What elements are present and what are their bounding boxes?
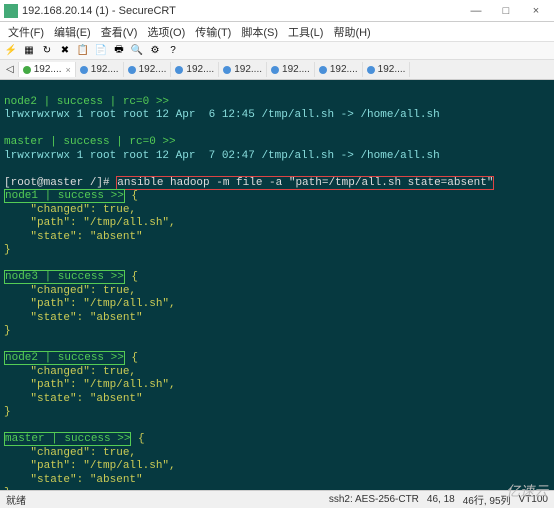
term-line: "path": "/tmp/all.sh", [4, 298, 176, 310]
term-line: "state": "absent" [4, 393, 143, 405]
term-line: "state": "absent" [4, 312, 143, 324]
term-line: node1 | success >> [4, 189, 125, 203]
tab-6-label: 192.... [282, 64, 310, 75]
tab-4-label: 192.... [186, 64, 214, 75]
dot-icon [128, 66, 136, 74]
term-line: "changed": true, [4, 366, 136, 378]
term-line: "changed": true, [4, 285, 136, 297]
dot-icon [80, 66, 88, 74]
term-line: } [4, 325, 11, 337]
paste-icon[interactable]: 📄 [94, 44, 108, 58]
term-line: } [4, 244, 11, 256]
term-line: "changed": true, [4, 204, 136, 216]
menu-script[interactable]: 脚本(S) [237, 22, 282, 42]
term-line: "state": "absent" [4, 231, 143, 243]
close-button[interactable]: × [522, 2, 550, 20]
tab-7[interactable]: 192.... [315, 62, 363, 77]
tab-1-label: 192.... [34, 64, 62, 75]
term-line: node2 | success | rc=0 >> [4, 96, 169, 108]
term-line: master | success >> [4, 432, 131, 446]
menu-edit[interactable]: 编辑(E) [50, 22, 95, 42]
menu-view[interactable]: 查看(V) [97, 22, 142, 42]
copy-icon[interactable]: 📋 [76, 44, 90, 58]
quick-icon[interactable]: ▦ [22, 44, 36, 58]
term-cmd: ansible hadoop -m file -a "path=/tmp/all… [116, 176, 494, 190]
term-line: "changed": true, [4, 447, 136, 459]
term-line: node2 | success >> [4, 351, 125, 365]
tab-1-close-icon[interactable]: × [66, 65, 71, 75]
term-line: lrwxrwxrwx 1 root root 12 Apr 6 12:45 /t… [4, 109, 440, 121]
tab-6[interactable]: 192.... [267, 62, 315, 77]
active-dot-icon [23, 66, 31, 74]
term-line: { [125, 271, 138, 283]
term-line: "path": "/tmp/all.sh", [4, 460, 176, 472]
tab-prev-label: ◁ [6, 64, 14, 75]
tab-3-label: 192.... [139, 64, 167, 75]
connect-icon[interactable]: ⚡ [4, 44, 18, 58]
find-icon[interactable]: 🔍 [130, 44, 144, 58]
disconnect-icon[interactable]: ✖ [58, 44, 72, 58]
tab-7-label: 192.... [330, 64, 358, 75]
tab-prev[interactable]: ◁ [2, 62, 19, 77]
window-title: 192.168.20.14 (1) - SecureCRT [22, 5, 462, 17]
options-icon[interactable]: ⚙ [148, 44, 162, 58]
tab-8[interactable]: 192.... [363, 62, 411, 77]
dot-icon [223, 66, 231, 74]
print-icon[interactable]: 🖶 [112, 44, 126, 58]
term-line: master | success | rc=0 >> [4, 136, 176, 148]
menu-tools[interactable]: 工具(L) [284, 22, 327, 42]
term-line: "path": "/tmp/all.sh", [4, 217, 176, 229]
term-line: "path": "/tmp/all.sh", [4, 379, 176, 391]
status-pos: 46, 18 [427, 494, 455, 505]
menu-file[interactable]: 文件(F) [4, 22, 48, 42]
dot-icon [271, 66, 279, 74]
menu-help[interactable]: 帮助(H) [329, 22, 374, 42]
help-icon[interactable]: ? [166, 44, 180, 58]
tab-5-label: 192.... [234, 64, 262, 75]
window-buttons: — □ × [462, 2, 550, 20]
menubar: 文件(F) 编辑(E) 查看(V) 选项(O) 传输(T) 脚本(S) 工具(L… [0, 22, 554, 42]
reconnect-icon[interactable]: ↻ [40, 44, 54, 58]
dot-icon [175, 66, 183, 74]
term-line: } [4, 487, 11, 490]
tab-2-label: 192.... [91, 64, 119, 75]
app-icon [4, 4, 18, 18]
terminal[interactable]: node2 | success | rc=0 >> lrwxrwxrwx 1 r… [0, 80, 554, 490]
minimize-button[interactable]: — [462, 2, 490, 20]
term-line: lrwxrwxrwx 1 root root 12 Apr 7 02:47 /t… [4, 150, 440, 162]
dot-icon [319, 66, 327, 74]
term-line: "state": "absent" [4, 474, 143, 486]
term-prompt: [root@master /]# [4, 177, 116, 189]
term-line: } [4, 406, 11, 418]
tab-2[interactable]: 192.... [76, 62, 124, 77]
term-line: { [125, 190, 138, 202]
tab-1[interactable]: 192.... × [19, 62, 76, 77]
toolbar: ⚡ ▦ ↻ ✖ 📋 📄 🖶 🔍 ⚙ ? [0, 42, 554, 60]
statusbar: 就绪 ssh2: AES-256-CTR 46, 18 46行, 95列 VT1… [0, 490, 554, 508]
tab-5[interactable]: 192.... [219, 62, 267, 77]
dot-icon [367, 66, 375, 74]
maximize-button[interactable]: □ [492, 2, 520, 20]
status-cipher: ssh2: AES-256-CTR [329, 494, 419, 505]
term-line: { [125, 352, 138, 364]
tab-8-label: 192.... [378, 64, 406, 75]
term-line: node3 | success >> [4, 270, 125, 284]
term-line: { [131, 433, 144, 445]
titlebar: 192.168.20.14 (1) - SecureCRT — □ × [0, 0, 554, 22]
tabs: ◁ 192.... × 192.... 192.... 192.... 192..… [0, 60, 554, 80]
menu-options[interactable]: 选项(O) [143, 22, 189, 42]
watermark: 亿速云 [506, 481, 548, 501]
tab-4[interactable]: 192.... [171, 62, 219, 77]
menu-transfer[interactable]: 传输(T) [191, 22, 235, 42]
tab-3[interactable]: 192.... [124, 62, 172, 77]
